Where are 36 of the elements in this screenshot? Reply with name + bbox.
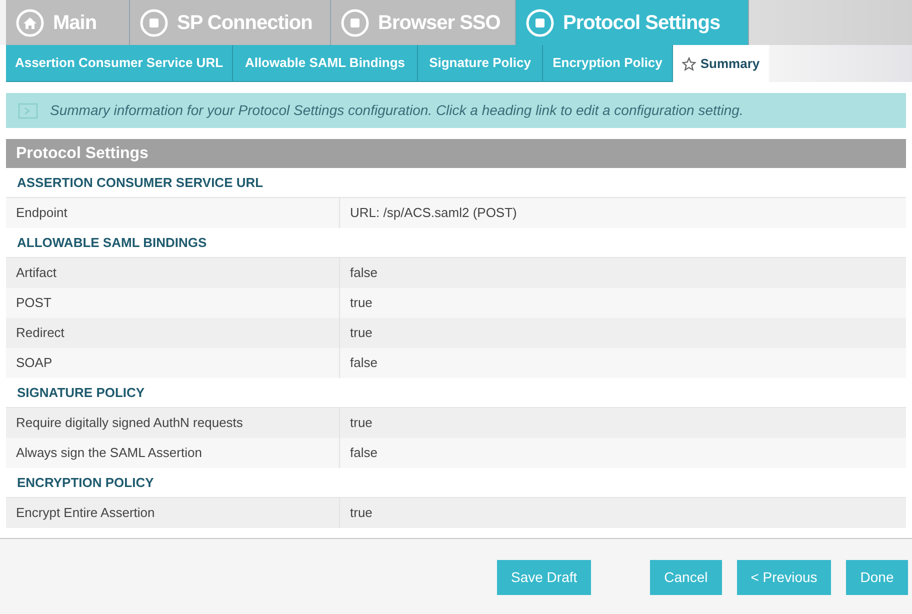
section-heading-link[interactable]: ALLOWABLE SAML BINDINGS (17, 232, 207, 252)
footer-button[interactable]: < Previous (736, 560, 832, 595)
setting-value: false (349, 354, 378, 372)
main-tab[interactable]: Main (6, 0, 130, 45)
main-tab[interactable]: SP Connection (130, 0, 331, 45)
setting-value: true (349, 414, 374, 432)
setting-value: false (349, 264, 378, 282)
main-tab[interactable]: Protocol Settings (516, 0, 749, 45)
stop-icon (341, 8, 369, 36)
home-icon (16, 8, 44, 36)
sub-tab[interactable]: Allowable SAML Bindings (233, 45, 418, 82)
setting-label: Encrypt Entire Assertion (6, 498, 340, 528)
sub-tab[interactable]: Encryption Policy (543, 45, 673, 82)
footer-button[interactable]: Done (846, 560, 908, 595)
setting-value: true (349, 294, 374, 312)
setting-label: Endpoint (6, 198, 340, 228)
panel-header: Protocol Settings (6, 139, 906, 168)
setting-value: URL: /sp/ACS.saml2 (POST) (349, 204, 518, 222)
main-tab[interactable]: Browser SSO (331, 0, 516, 45)
footer-button[interactable]: Cancel (650, 560, 722, 595)
setting-value: true (349, 324, 374, 342)
console-icon (18, 102, 38, 118)
setting-label: Always sign the SAML Assertion (6, 438, 340, 468)
section-heading-link[interactable]: ENCRYPTION POLICY (17, 472, 154, 492)
section-heading-link[interactable]: ASSERTION CONSUMER SERVICE URL (17, 172, 264, 192)
footer-button[interactable]: Save Draft (497, 560, 592, 595)
section-heading-link[interactable]: SIGNATURE POLICY (17, 382, 145, 402)
sub-tab[interactable]: Signature Policy (418, 45, 543, 82)
setting-value: true (349, 504, 374, 522)
sub-tab[interactable]: Assertion Consumer Service URL (6, 45, 233, 82)
stop-icon (526, 8, 554, 36)
stop-icon (140, 8, 168, 36)
info-text: Summary information for your Protocol Settings configuration. Click a heading link to edit a configuration setting. (50, 101, 744, 120)
setting-label: SOAP (6, 348, 340, 378)
setting-value: false (349, 444, 378, 462)
star-icon (682, 56, 696, 70)
